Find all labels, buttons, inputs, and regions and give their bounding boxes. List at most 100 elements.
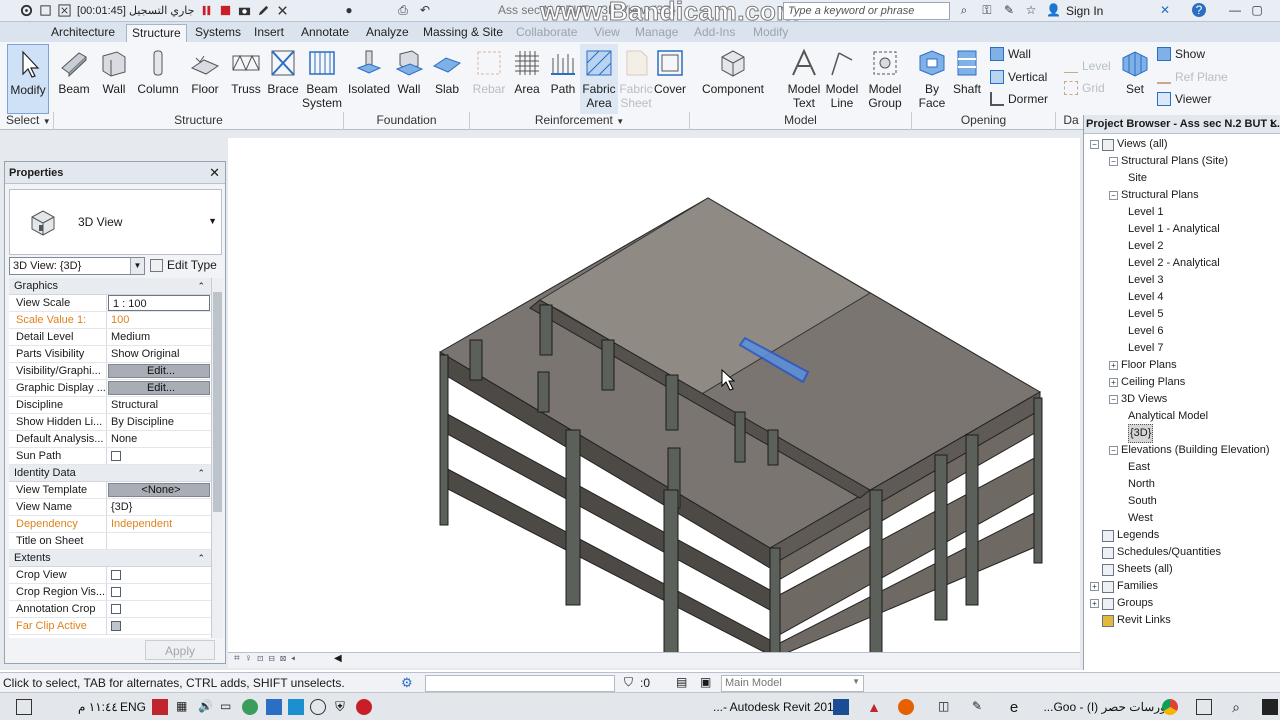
close-recording-icon[interactable] xyxy=(276,4,289,17)
browser-node[interactable]: Level 1 xyxy=(1128,204,1163,221)
worksets-icon[interactable]: ⚙ xyxy=(401,675,413,691)
tab-massing-site[interactable]: Massing & Site xyxy=(418,24,508,42)
browser-node[interactable]: − Structural Plans xyxy=(1109,187,1199,204)
workset-field[interactable] xyxy=(425,675,615,692)
star-icon[interactable]: ☆ xyxy=(1024,3,1038,17)
prop-value[interactable]: Structural xyxy=(107,397,211,413)
tray-app-icon-3[interactable] xyxy=(288,699,304,715)
section-extents[interactable]: Extents ⌃ xyxy=(9,550,211,567)
rebar-button[interactable]: Rebar xyxy=(470,44,508,114)
collapse-icon[interactable]: − xyxy=(1109,395,1118,404)
by-face-button[interactable]: By Face xyxy=(914,44,950,114)
collapse-icon[interactable]: − xyxy=(1109,157,1118,166)
slab-foundation-button[interactable]: Slab xyxy=(430,44,464,114)
ref-plane-button[interactable]: Ref Plane xyxy=(1157,68,1228,86)
prop-default-analysis[interactable]: Default Analysis... None xyxy=(9,431,211,448)
windows-start-icon[interactable] xyxy=(1262,699,1278,715)
restore-icon[interactable] xyxy=(39,4,52,17)
edge-icon[interactable]: e xyxy=(1006,699,1022,716)
binoculars-icon[interactable]: ⌕ xyxy=(957,3,971,17)
language-indicator[interactable]: ENG xyxy=(120,698,146,716)
tab-manage[interactable]: Manage xyxy=(630,24,683,42)
firefox-icon[interactable] xyxy=(898,699,914,715)
stop-icon[interactable] xyxy=(219,4,232,17)
tab-insert[interactable]: Insert xyxy=(249,24,289,42)
set-workplane-button[interactable]: Set xyxy=(1120,44,1150,114)
view-scale-field[interactable]: 1 : 100 xyxy=(108,295,210,311)
collapse-icon[interactable]: − xyxy=(1109,446,1118,455)
camera-icon[interactable] xyxy=(238,4,251,17)
3d-view-canvas[interactable] xyxy=(228,138,1080,661)
network-icon[interactable]: ▦ xyxy=(176,699,192,715)
show-workplane-button[interactable]: Show xyxy=(1157,45,1205,63)
expand-icon[interactable]: + xyxy=(1090,582,1099,591)
active-design-option[interactable]: Main Model ▼ xyxy=(721,675,864,692)
browser-node[interactable]: South xyxy=(1128,493,1157,510)
gear-icon[interactable] xyxy=(20,4,33,17)
dormer-button[interactable]: Dormer xyxy=(990,90,1048,108)
scrollbar-arrow-icon[interactable]: ◀ xyxy=(334,653,342,664)
tab-systems[interactable]: Systems xyxy=(190,24,246,42)
prop-view-scale[interactable]: View Scale 1 : 100 xyxy=(9,295,211,312)
browser-node[interactable]: Legends xyxy=(1090,527,1159,544)
browser-node[interactable]: East xyxy=(1128,459,1150,476)
browser-node[interactable]: Level 4 xyxy=(1128,289,1163,306)
browser-node[interactable]: + Families xyxy=(1090,578,1158,595)
truss-button[interactable]: Truss xyxy=(228,44,264,114)
tray-app-icon-4[interactable] xyxy=(310,699,326,715)
prop-view-name[interactable]: View Name {3D} xyxy=(9,499,211,516)
pencil-icon[interactable] xyxy=(257,4,270,17)
panel-reinforcement[interactable]: Reinforcement ▼ xyxy=(470,112,690,130)
wall-foundation-button[interactable]: Wall xyxy=(392,44,426,114)
expand-icon[interactable]: + xyxy=(1109,378,1118,387)
help-search-input[interactable]: Type a keyword or phrase xyxy=(783,2,950,20)
acrobat-icon[interactable]: ▲ xyxy=(866,699,882,715)
expand-icon[interactable]: + xyxy=(1109,361,1118,370)
prop-parts-visibility[interactable]: Parts Visibility Show Original xyxy=(9,346,211,363)
editable-only-icon[interactable]: ▤ xyxy=(676,675,687,689)
floor-button[interactable]: Floor xyxy=(186,44,224,114)
model-group-button[interactable]: Model Group xyxy=(862,44,908,114)
clock[interactable]: ١١:٤٤ م xyxy=(78,698,118,716)
sign-in-link[interactable]: Sign In xyxy=(1066,4,1103,18)
apply-button[interactable]: Apply xyxy=(145,640,215,660)
path-button[interactable]: Path xyxy=(546,44,580,114)
browser-node[interactable]: + Groups xyxy=(1090,595,1153,612)
grid-button[interactable]: Grid xyxy=(1064,79,1105,97)
prop-detail-level[interactable]: Detail Level Medium xyxy=(9,329,211,346)
browser-node[interactable]: Level 1 - Analytical xyxy=(1128,221,1220,238)
collapse-icon[interactable]: − xyxy=(1090,140,1099,149)
fabric-area-button[interactable]: Fabric Area xyxy=(580,44,618,114)
browser-node[interactable]: Level 2 - Analytical xyxy=(1128,255,1220,272)
prop-value[interactable]: None xyxy=(107,431,211,447)
view-name-field[interactable]: {3D} xyxy=(107,499,211,515)
model-line-button[interactable]: Model Line xyxy=(822,44,862,114)
tools-icon[interactable]: ✎ xyxy=(1002,3,1016,17)
tab-view[interactable]: View xyxy=(589,24,625,42)
area-button[interactable]: Area xyxy=(510,44,544,114)
crop-region-checkbox[interactable] xyxy=(111,587,121,597)
circle-icon[interactable]: ● xyxy=(342,3,356,17)
cortana-icon[interactable]: ✎ xyxy=(972,699,988,715)
prop-title-on-sheet[interactable]: Title on Sheet xyxy=(9,533,211,550)
tab-modify[interactable]: Modify xyxy=(748,24,793,42)
design-options-icon[interactable]: ▣ xyxy=(700,675,711,689)
type-selector[interactable]: 3D View ▼ xyxy=(9,189,222,255)
volume-icon[interactable]: 🔊 xyxy=(198,699,214,715)
brace-button[interactable]: Brace xyxy=(266,44,300,114)
tab-add-ins[interactable]: Add-Ins xyxy=(689,24,740,42)
shield-icon[interactable]: ⛨ xyxy=(332,699,348,715)
prop-discipline[interactable]: Discipline Structural xyxy=(9,397,211,414)
close-icon[interactable] xyxy=(58,4,71,17)
browser-node[interactable]: + Ceiling Plans xyxy=(1109,374,1185,391)
building-3d-model[interactable] xyxy=(228,138,1080,661)
component-button[interactable]: Component xyxy=(700,44,766,114)
user-icon[interactable]: 👤 xyxy=(1046,3,1061,17)
browser-node[interactable]: Level 2 xyxy=(1128,238,1163,255)
close-icon[interactable]: ✕ xyxy=(209,162,220,184)
tab-annotate[interactable]: Annotate xyxy=(296,24,354,42)
task-view-icon[interactable] xyxy=(1196,699,1212,715)
browser-node[interactable]: Sheets (all) xyxy=(1090,561,1173,578)
section-identity[interactable]: Identity Data ⌃ xyxy=(9,465,211,482)
vertical-opening-button[interactable]: Vertical xyxy=(990,68,1047,86)
